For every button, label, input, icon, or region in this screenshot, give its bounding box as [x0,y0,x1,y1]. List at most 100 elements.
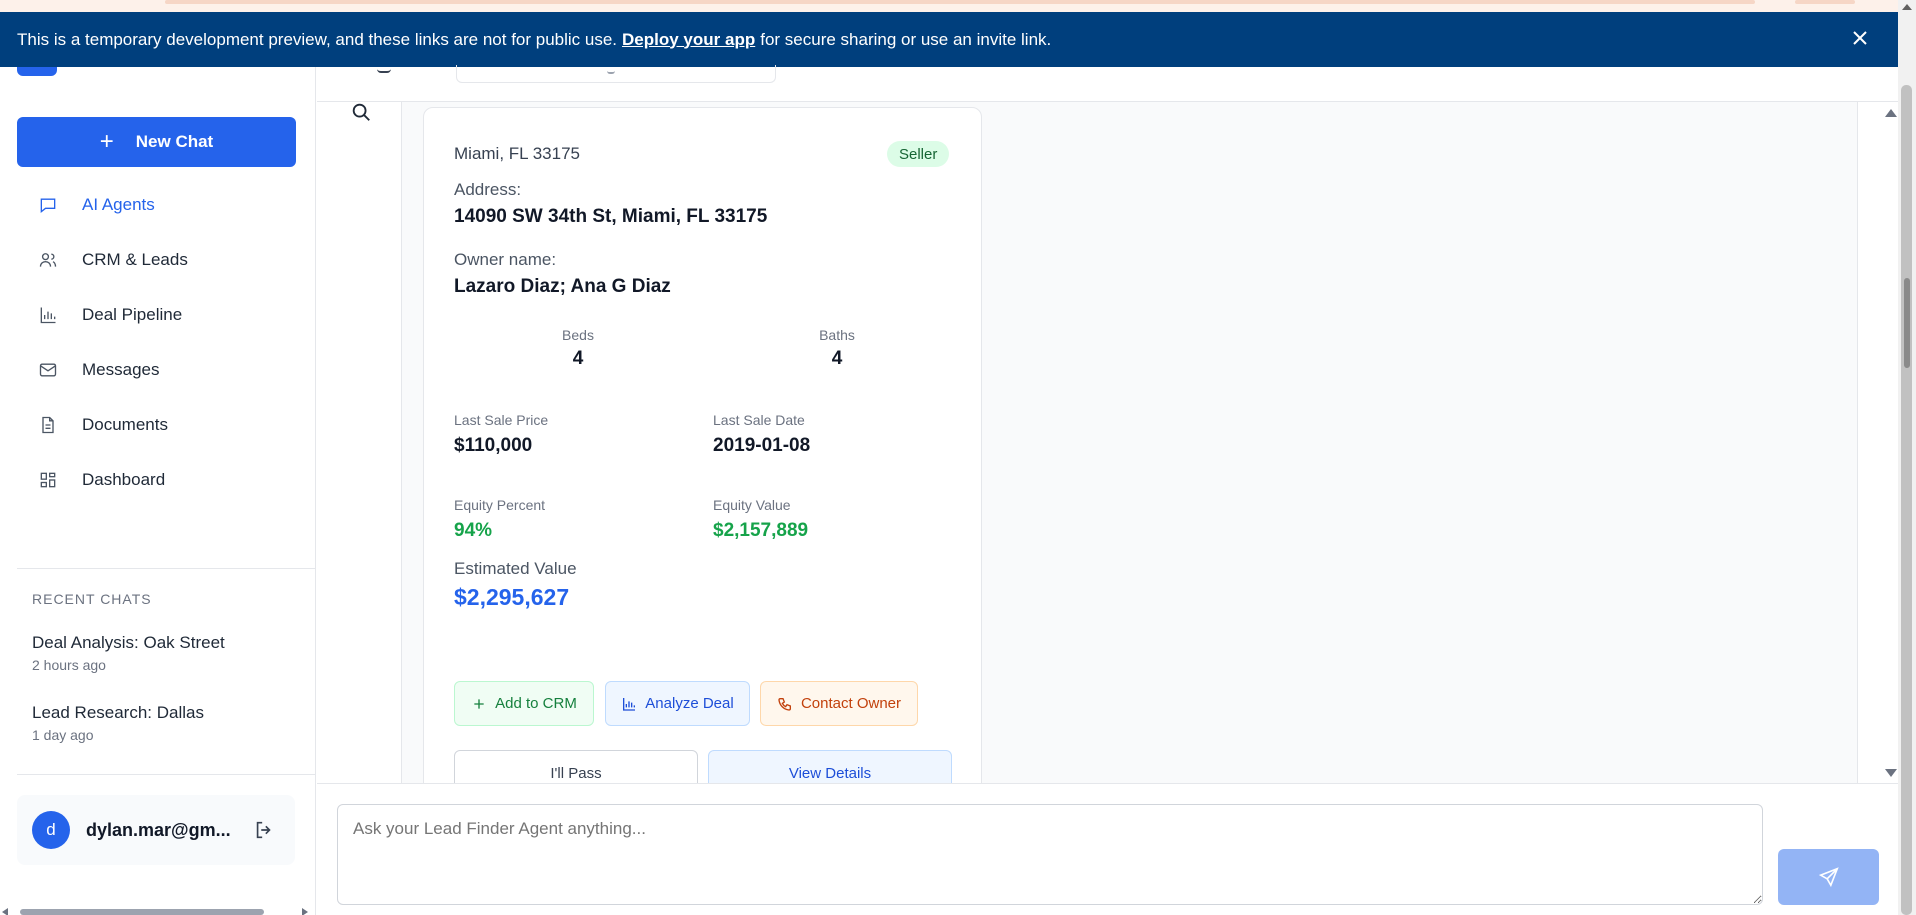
chat-bubble-icon [40,198,56,213]
bar-chart-icon [40,307,56,323]
recent-chat-time: 2 hours ago [32,657,106,673]
send-icon [1818,867,1839,888]
scrollbar-thumb[interactable] [1901,85,1912,915]
users-icon [39,252,57,267]
new-chat-button[interactable]: + New Chat [17,117,296,167]
recent-chat-item[interactable]: Deal Analysis: Oak Street 2 hours ago [32,633,225,673]
contact-owner-button[interactable]: Contact Owner [760,681,918,726]
analyze-deal-label: Analyze Deal [645,695,734,712]
recent-chats-heading: RECENT CHATS [32,591,152,607]
status-badge: Seller [887,141,950,167]
window-scrollbar[interactable] [1898,0,1916,915]
sidebar-divider [17,568,316,569]
scrollbar-inner-thumb[interactable] [1904,278,1910,368]
estimated-value-label: Estimated Value [454,559,577,578]
sidebar-item-deal-pipeline[interactable]: Deal Pipeline [0,287,316,342]
header-title-fragment [377,67,391,73]
recent-chat-time: 1 day ago [32,727,94,743]
user-name: dylan.mar@gm... [86,819,231,840]
phone-icon [778,697,791,711]
preview-banner: This is a temporary development preview,… [0,12,1898,67]
sidebar-item-label: Documents [82,414,168,434]
sidebar-item-label: Deal Pipeline [82,304,183,324]
chat-input[interactable] [337,804,1763,905]
scrollbar-thumb[interactable] [20,909,264,915]
plus-icon: + [99,128,114,155]
banner-text: This is a temporary development preview,… [17,29,618,49]
plus-icon [474,698,484,709]
rail-divider [1857,102,1858,783]
user-profile[interactable]: d dylan.mar@gm... [17,795,295,865]
add-to-crm-button[interactable]: Add to CRM [454,681,594,726]
analyze-deal-button[interactable]: Analyze Deal [605,681,750,726]
baths-value: 4 [831,348,843,369]
agent-selector[interactable] [456,65,776,83]
property-card: Miami, FL 33175 Seller Address: 14090 SW… [423,107,982,783]
bar-chart-icon [623,697,636,711]
equity-percent-label: Equity Percent [454,497,546,513]
equity-value-label: Equity Value [713,497,791,513]
sidebar-item-documents[interactable]: Documents [0,397,316,452]
view-details-button[interactable]: View Details [708,750,952,783]
document-icon [42,416,54,433]
estimated-value: $2,295,627 [454,584,570,610]
sidebar-item-label: Messages [82,359,160,379]
equity-value: $2,157,889 [713,520,809,541]
sidebar-item-label: AI Agents [82,194,155,214]
sidebar-item-crm-leads[interactable]: CRM & Leads [0,232,316,287]
close-icon[interactable] [1848,26,1872,50]
last-sale-date: 2019-01-08 [713,435,811,456]
address-label: Address: [454,180,522,199]
sidebar-item-dashboard[interactable]: Dashboard [0,452,316,507]
scroll-up-icon[interactable] [1902,4,1912,10]
deploy-link[interactable]: Deploy your app [622,30,755,50]
top-strip-bar [165,0,1755,4]
sidebar-item-ai-agents[interactable]: AI Agents [0,177,316,232]
property-location: Miami, FL 33175 [454,144,580,163]
scroll-up-icon[interactable] [1885,109,1897,117]
beds-value: 4 [572,348,584,369]
sidebar-nav: AI Agents CRM & Leads Deal Pipeline Mess… [0,177,316,507]
sidebar-divider [17,774,316,775]
mail-icon [39,363,57,376]
main-panel: Miami, FL 33175 Seller Address: 14090 SW… [317,65,1916,915]
send-button[interactable] [1778,849,1879,905]
scroll-down-icon[interactable] [1885,769,1897,777]
recent-chat-title: Lead Research: Dallas [32,703,204,722]
last-sale-price-label: Last Sale Price [454,412,549,428]
owner-name: Lazaro Diaz; Ana G Diaz [454,276,671,297]
chat-messages: Miami, FL 33175 Seller Address: 14090 SW… [402,102,1857,783]
sidebar-item-messages[interactable]: Messages [0,342,316,397]
chat-header [317,65,1899,102]
banner-text-after: for secure sharing or use an invite link… [760,29,1052,49]
owner-label: Owner name: [454,250,557,269]
logout-icon[interactable] [253,819,275,841]
last-sale-date-label: Last Sale Date [713,412,805,428]
recent-chat-title: Deal Analysis: Oak Street [32,633,225,652]
baths-label: Baths [819,327,855,343]
avatar: d [32,811,70,849]
sidebar-item-label: CRM & Leads [82,249,188,269]
last-sale-price: $110,000 [454,435,533,456]
top-strip-pill [1795,0,1855,4]
logo [17,67,57,76]
new-chat-label: New Chat [135,132,214,151]
sidebar-horizontal-scrollbar[interactable] [0,908,316,915]
add-to-crm-label: Add to CRM [495,695,577,712]
sidebar: + New Chat AI Agents CRM & Leads Deal Pi… [0,67,316,915]
contact-owner-label: Contact Owner [800,695,902,712]
pass-button[interactable]: I'll Pass [454,750,698,783]
sidebar-item-label: Dashboard [82,469,166,489]
chat-scrollbar[interactable] [1882,102,1899,783]
scroll-right-icon[interactable] [302,908,308,915]
recent-chat-item[interactable]: Lead Research: Dallas 1 day ago [32,703,204,743]
browser-top-strip [0,0,1916,12]
composer-divider [317,783,1899,784]
selector-text-fragment [607,69,615,74]
property-address: 14090 SW 34th St, Miami, FL 33175 [454,206,768,227]
beds-label: Beds [562,327,594,343]
scroll-left-icon[interactable] [2,908,8,915]
equity-percent: 94% [454,520,493,541]
grid-icon [40,472,56,487]
search-icon[interactable] [350,101,372,123]
